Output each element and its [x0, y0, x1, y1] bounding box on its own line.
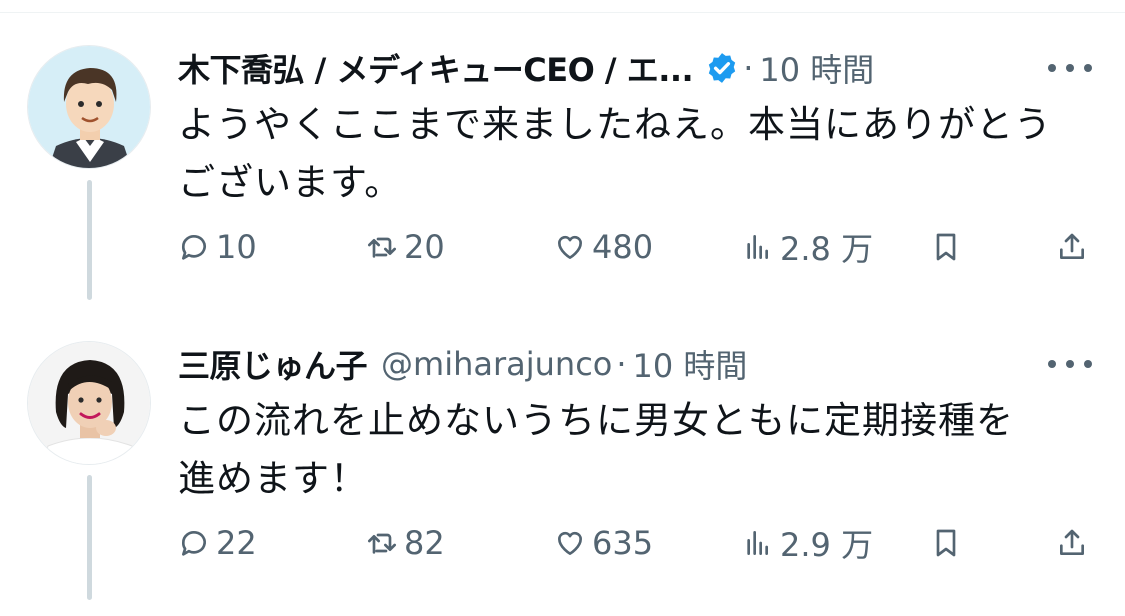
user-handle[interactable]: @miharajunco: [381, 345, 612, 383]
views-count: 2.9 万: [780, 526, 874, 564]
action-bar: 22 82 635 2.9 万: [178, 518, 1098, 568]
reply-button[interactable]: 10: [178, 222, 257, 272]
reply-count: 22: [216, 524, 257, 562]
views-icon: [747, 235, 768, 259]
bookmark-icon: [936, 529, 956, 557]
bookmark-button[interactable]: [930, 518, 962, 568]
reply-icon: [181, 235, 206, 260]
display-name[interactable]: 三原じゅん子: [178, 341, 368, 387]
retweet-count: 82: [404, 524, 445, 562]
bookmark-icon: [936, 233, 956, 261]
timestamp[interactable]: 10 時間: [759, 45, 874, 91]
share-icon: [1060, 529, 1084, 555]
heart-icon: [557, 531, 583, 555]
tweet-text: ようやくここまで来ましたねえ。本当にありがとう ございます。: [178, 96, 1078, 212]
tweet[interactable]: 三原じゅん子 @miharajunco · 10 時間 この流れを止めないうちに…: [0, 296, 1125, 586]
action-bar: 10 20 480 2.8 万: [178, 222, 1098, 272]
views-icon: [747, 531, 768, 555]
avatar[interactable]: [27, 45, 151, 169]
separator-dot: ·: [616, 345, 627, 383]
views-button[interactable]: 2.8 万: [742, 222, 873, 272]
like-count: 480: [592, 228, 654, 266]
display-name[interactable]: 木下喬弘 / メディキューCEO / エ...: [178, 45, 694, 91]
share-button[interactable]: [1056, 518, 1088, 568]
reply-icon: [181, 531, 206, 556]
retweet-button[interactable]: 20: [366, 222, 445, 272]
separator-dot: ·: [743, 49, 754, 87]
like-count: 635: [592, 524, 654, 562]
like-button[interactable]: 480: [554, 222, 653, 272]
bookmark-button[interactable]: [930, 222, 962, 272]
tweet-text-line: この流れを止めないうちに男女ともに定期接種を: [178, 399, 1014, 442]
like-button[interactable]: 635: [554, 518, 653, 568]
avatar[interactable]: [27, 341, 151, 465]
views-count: 2.8 万: [780, 230, 874, 268]
share-icon: [1060, 233, 1084, 259]
reply-count: 10: [216, 228, 257, 266]
more-options-icon[interactable]: [1048, 344, 1092, 384]
tweet-text-line: ようやくここまで来ましたねえ。本当にありがとう: [178, 103, 1052, 146]
verified-badge-icon: [705, 51, 739, 85]
share-button[interactable]: [1056, 222, 1088, 272]
heart-icon: [557, 235, 583, 259]
tweet[interactable]: 木下喬弘 / メディキューCEO / エ... · 10 時間 ようやくここまで…: [0, 0, 1125, 290]
more-options-icon[interactable]: [1048, 48, 1092, 88]
retweet-icon: [368, 533, 396, 554]
timestamp[interactable]: 10 時間: [633, 341, 748, 387]
retweet-count: 20: [404, 228, 445, 266]
views-button[interactable]: 2.9 万: [742, 518, 873, 568]
retweet-icon: [368, 237, 396, 258]
tweet-text-line: ございます。: [178, 161, 403, 204]
retweet-button[interactable]: 82: [366, 518, 445, 568]
tweet-text: この流れを止めないうちに男女ともに定期接種を 進めます！: [178, 392, 1078, 508]
tweet-text-line: 進めます！: [178, 457, 368, 500]
reply-button[interactable]: 22: [178, 518, 257, 568]
